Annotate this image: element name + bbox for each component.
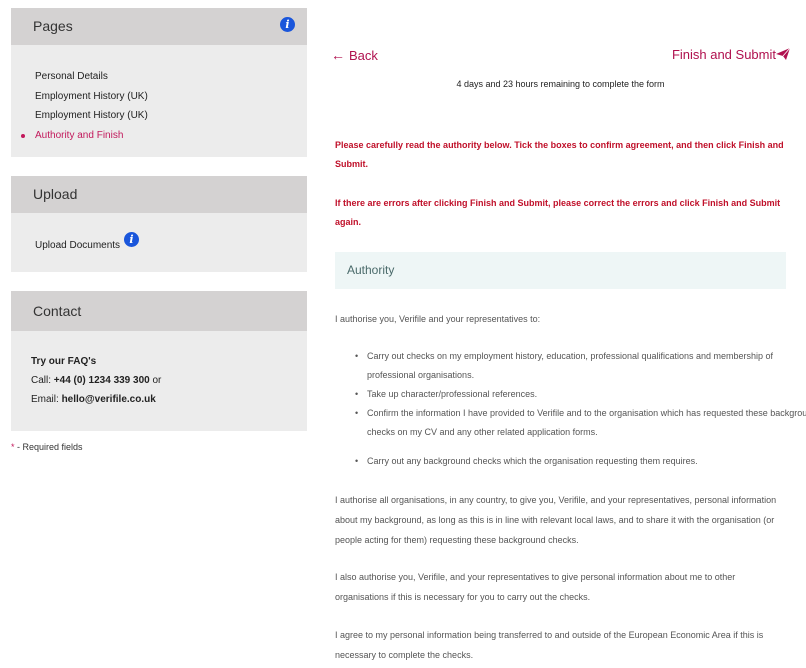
upload-title: Upload — [33, 186, 78, 202]
pages-title: Pages — [33, 18, 73, 34]
faq-link[interactable]: Try our FAQ's — [31, 356, 96, 367]
upload-documents-link[interactable]: Upload Documents — [35, 240, 120, 251]
page-link-employment-history-1[interactable]: Employment History (UK) — [35, 87, 307, 107]
pages-panel: Pages i Personal Details Employment Hist… — [11, 8, 307, 157]
finish-label: Finish and Submit — [671, 47, 776, 62]
list-item: Carry out any background checks which th… — [355, 452, 806, 471]
call-label: Call: — [31, 375, 54, 386]
authority-paragraph-2: I also authorise you, Verifile, and your… — [335, 572, 736, 602]
email-label: Email: — [31, 394, 62, 405]
page-link-employment-history-2[interactable]: Employment History (UK) — [35, 106, 307, 126]
phone-number[interactable]: +44 (0) 1234 339 300 — [54, 375, 150, 386]
upload-panel: Upload Upload Documents i — [11, 176, 307, 272]
call-suffix: or — [149, 375, 162, 386]
upload-body: Upload Documents i — [11, 213, 307, 272]
email-link[interactable]: hello@verifile.co.uk — [62, 394, 156, 405]
contact-title: Contact — [33, 303, 82, 319]
page-link-personal-details[interactable]: Personal Details — [35, 67, 307, 87]
email-line: Email: hello@verifile.co.uk — [31, 390, 307, 409]
contact-body: Try our FAQ's Call: +44 (0) 1234 339 300… — [11, 331, 307, 431]
required-text: - Required fields — [14, 442, 83, 452]
sidebar: Pages i Personal Details Employment Hist… — [11, 8, 307, 450]
authority-paragraph-1: I authorise all organisations, in any co… — [335, 495, 777, 545]
warning-message-1: Please carefully read the authority belo… — [335, 140, 784, 169]
required-fields-note: * - Required fields — [11, 442, 83, 452]
finish-and-submit-button[interactable]: Finish and Submit — [672, 47, 790, 62]
back-button[interactable]: ← Back — [331, 47, 378, 63]
top-nav: ← Back Finish and Submit — [331, 47, 790, 65]
info-icon[interactable]: i — [280, 17, 295, 32]
arrow-left-icon: ← — [331, 47, 345, 63]
contact-panel: Contact Try our FAQ's Call: +44 (0) 1234… — [11, 291, 307, 431]
time-remaining: 4 days and 23 hours remaining to complet… — [456, 79, 665, 89]
list-item: Carry out checks on my employment histor… — [355, 347, 806, 385]
authority-paragraph-3: I agree to my personal information being… — [335, 630, 764, 660]
authority-bullets: Carry out checks on my employment histor… — [335, 347, 806, 471]
upload-panel-header: Upload — [11, 176, 307, 213]
pages-panel-header: Pages i — [11, 8, 307, 45]
list-item: Confirm the information I have provided … — [355, 404, 806, 442]
authority-intro: I authorise you, Verifile and your repre… — [335, 314, 541, 324]
page-link-authority-and-finish[interactable]: Authority and Finish — [21, 126, 307, 146]
list-item: Take up character/professional reference… — [355, 385, 806, 404]
warning-message-2: If there are errors after clicking Finis… — [335, 198, 781, 227]
info-icon[interactable]: i — [124, 232, 139, 247]
contact-panel-header: Contact — [11, 291, 307, 331]
call-line: Call: +44 (0) 1234 339 300 or — [31, 371, 307, 390]
back-label: Back — [349, 48, 378, 63]
paper-plane-icon — [776, 48, 790, 60]
authority-title: Authority — [347, 263, 395, 277]
authority-section-header: Authority — [335, 252, 786, 289]
pages-list: Personal Details Employment History (UK)… — [11, 45, 307, 157]
